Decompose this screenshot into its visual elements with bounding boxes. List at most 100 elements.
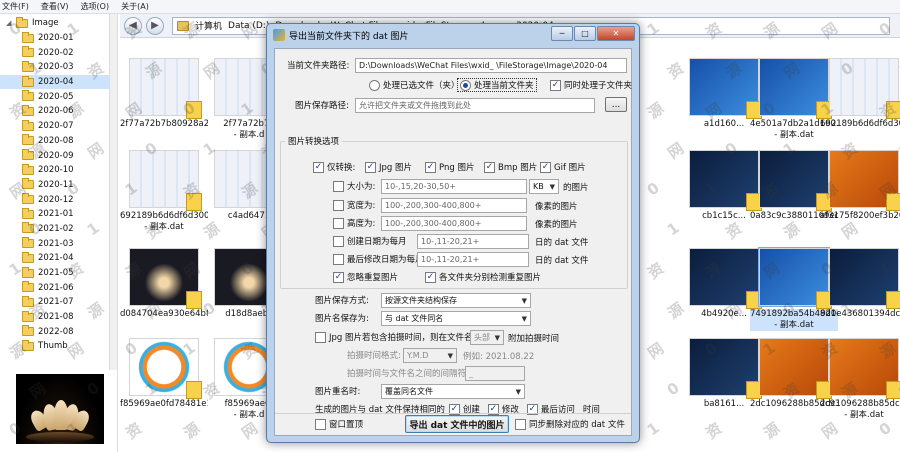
tree-item-2022-08[interactable]: 2022-08 xyxy=(0,324,117,339)
folder-tree[interactable]: ◢ Image 2020-01 2020-02 2020-03 2020-04 2020… xyxy=(0,14,118,370)
modified-date-checkbox[interactable] xyxy=(333,253,344,265)
folder-icon xyxy=(22,163,34,175)
file-thumbnail xyxy=(759,150,832,211)
tree-item-thumb[interactable]: Thumb xyxy=(0,339,117,354)
menu-file[interactable]: 文件(F) xyxy=(2,1,29,12)
back-button[interactable]: ◀ xyxy=(124,16,142,35)
maximize-button[interactable]: □ xyxy=(574,26,596,41)
size-input[interactable]: 10-,15,20-30,50+ xyxy=(381,179,527,194)
ignore-duplicates-checkbox[interactable]: ✓ xyxy=(333,271,344,283)
folder-icon xyxy=(22,119,34,131)
tree-item-2021-02[interactable]: 2021-02 xyxy=(0,222,117,237)
save-mode-select[interactable]: 按源文件夹结构保存 ▼ xyxy=(381,293,531,308)
file-thumbnail xyxy=(689,248,762,309)
width-checkbox[interactable] xyxy=(333,199,344,211)
file-thumbnail xyxy=(759,58,832,119)
tree-item-2021-01[interactable]: 2021-01 xyxy=(0,207,117,222)
tree-item-2020-02[interactable]: 2020-02 xyxy=(0,45,117,60)
close-button[interactable]: ✕ xyxy=(597,26,635,41)
file-name: 2f77a72b7b80928a2... xyxy=(120,119,208,129)
file-item[interactable]: 2f77a72b7b80928a2... xyxy=(120,58,208,130)
tree-item-2021-06[interactable]: 2021-06 xyxy=(0,280,117,295)
jpg-label: Jpg 图片 xyxy=(379,163,412,173)
capture-time-label: Jpg 图片若包含拍摄时间，则在文件名 xyxy=(329,333,473,343)
tree-item-2020-07[interactable]: 2020-07 xyxy=(0,119,117,134)
name-as-label: 图片名保存为: xyxy=(315,314,369,324)
topmost-label: 窗口置顶 xyxy=(329,420,364,430)
tree-item-2020-10[interactable]: 2020-10 xyxy=(0,163,117,178)
png-checkbox[interactable]: ✓ xyxy=(425,161,436,173)
sync-delete-checkbox[interactable] xyxy=(515,418,526,430)
separator-input[interactable]: _ xyxy=(465,366,525,381)
capture-time-checkbox[interactable] xyxy=(315,331,326,343)
rename-select[interactable]: 覆盖同名文件 ▼ xyxy=(381,384,525,399)
size-checkbox[interactable] xyxy=(333,180,344,192)
tree-item-2020-04[interactable]: 2020-04 xyxy=(0,74,117,90)
modified-date-input[interactable]: 10-,11-20,21+ xyxy=(417,252,529,267)
name-as-select[interactable]: 与 dat 文件同名 ▼ xyxy=(381,311,531,326)
radio-current-folder[interactable] xyxy=(460,79,471,91)
file-item[interactable]: d084704ea930e64b8... xyxy=(120,248,208,320)
minimize-button[interactable]: ─ xyxy=(551,26,573,41)
tree-item-2021-08[interactable]: 2021-08 xyxy=(0,310,117,325)
folder-icon xyxy=(22,149,34,161)
folder-icon xyxy=(22,60,34,72)
address-segment[interactable]: Data (D:) xyxy=(228,21,269,31)
current-folder-field[interactable]: D:\Downloads\WeChat Files\wxid_ \FileSto… xyxy=(355,58,627,73)
forward-button[interactable]: ▶ xyxy=(146,16,164,35)
radio-selected-files[interactable] xyxy=(369,79,380,91)
tree-item-image[interactable]: ◢ Image xyxy=(0,16,117,31)
tree-item-2020-01[interactable]: 2020-01 xyxy=(0,31,117,46)
folder-icon xyxy=(22,46,34,58)
tree-item-2020-09[interactable]: 2020-09 xyxy=(0,148,117,163)
tree-item-2020-11[interactable]: 2020-11 xyxy=(0,178,117,193)
per-folder-duplicates-checkbox[interactable]: ✓ xyxy=(425,271,436,283)
gif-checkbox[interactable]: ✓ xyxy=(540,161,551,173)
file-item[interactable]: 8d1e436801394dc07... xyxy=(820,248,900,320)
menu-about[interactable]: 关于(A) xyxy=(121,1,149,12)
tree-item-2020-03[interactable]: 2020-03 xyxy=(0,60,117,75)
save-path-input[interactable]: 允许把文件夹或文件拖拽到此处 xyxy=(355,98,595,113)
tree-item-2020-05[interactable]: 2020-05 xyxy=(0,89,117,104)
export-button[interactable]: 导出 dat 文件中的图片 xyxy=(405,415,509,433)
tree-item-2020-12[interactable]: 2020-12 xyxy=(0,192,117,207)
file-item[interactable]: af3175f8200ef3b20c... xyxy=(820,150,900,222)
width-input[interactable]: 100-,200,300-400,800+ xyxy=(381,198,527,213)
subfolders-checkbox[interactable]: ✓ xyxy=(550,79,561,91)
file-item[interactable]: 2dc1096288b85dc93...- 副本.dat xyxy=(820,338,900,421)
file-item[interactable]: 692189b6d6df6d300... - 副本.dat xyxy=(120,150,208,233)
tree-item-label: 2020-11 xyxy=(38,179,74,190)
only-convert-checkbox[interactable]: ✓ xyxy=(313,161,324,173)
created-date-checkbox[interactable] xyxy=(333,235,344,247)
tree-item-2021-03[interactable]: 2021-03 xyxy=(0,236,117,251)
file-item[interactable]: f85969ae0fd78481e1... xyxy=(120,338,208,410)
tree-item-2021-04[interactable]: 2021-04 xyxy=(0,251,117,266)
time-format-select[interactable]: Y.M.D ▼ xyxy=(403,348,457,363)
height-input[interactable]: 100-,200,300-400,800+ xyxy=(381,216,527,231)
file-item[interactable]: 692189b6d6df6d300... xyxy=(820,58,900,130)
size-unit-select[interactable]: KB ▼ xyxy=(529,179,559,194)
tree-item-2020-08[interactable]: 2020-08 xyxy=(0,134,117,149)
time-format-value: Y.M.D xyxy=(407,351,429,360)
menu-options[interactable]: 选项(O) xyxy=(81,1,110,12)
created-date-input[interactable]: 10-,11-20,21+ xyxy=(417,234,529,249)
size-suffix: 的图片 xyxy=(563,182,589,193)
jpg-checkbox[interactable]: ✓ xyxy=(365,161,376,173)
collapse-arrow-icon[interactable]: ◢ xyxy=(6,19,12,27)
tree-item-2021-05[interactable]: 2021-05 xyxy=(0,266,117,281)
tree-item-label: Thumb xyxy=(38,341,68,352)
address-segment[interactable]: 计算机 xyxy=(195,19,222,32)
menu-view[interactable]: 查看(V) xyxy=(41,1,69,12)
browse-button[interactable]: ... xyxy=(605,97,627,112)
tree-scrollbar[interactable] xyxy=(109,14,117,370)
tree-item-2021-07[interactable]: 2021-07 xyxy=(0,295,117,310)
height-checkbox[interactable] xyxy=(333,217,344,229)
capture-position-select[interactable]: 头部 ▼ xyxy=(470,330,504,345)
tree-item-2020-06[interactable]: 2020-06 xyxy=(0,104,117,119)
file-name-suffix: - 副本.dat xyxy=(750,320,838,331)
file-thumbnail xyxy=(759,338,832,399)
bmp-checkbox[interactable]: ✓ xyxy=(484,161,495,173)
topmost-checkbox[interactable] xyxy=(315,418,326,430)
tree-item-label: 2020-03 xyxy=(38,62,74,73)
file-name: d084704ea930e64b8... xyxy=(120,309,208,319)
